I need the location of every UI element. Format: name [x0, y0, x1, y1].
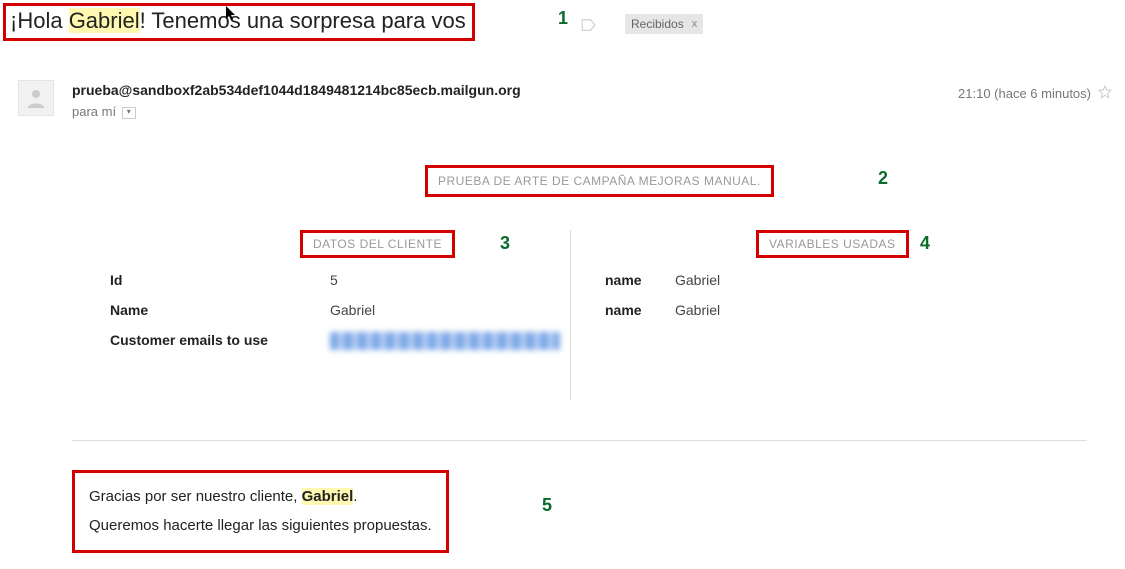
- table-row: name Gabriel: [605, 272, 720, 288]
- table-row: Customer emails to use: [110, 332, 560, 353]
- blurred-email: [330, 332, 560, 350]
- table-row: Id 5: [110, 272, 560, 288]
- table-row: name Gabriel: [605, 302, 720, 318]
- horizontal-divider: [72, 440, 1087, 441]
- section-variables-wrapper: VARIABLES USADAS: [756, 230, 909, 258]
- client-val-name: Gabriel: [330, 302, 375, 318]
- table-row: Name Gabriel: [110, 302, 560, 318]
- section-client-data-wrapper: DATOS DEL CLIENTE: [300, 230, 455, 258]
- star-icon[interactable]: [1097, 84, 1113, 103]
- client-key-emails: Customer emails to use: [110, 332, 330, 353]
- var-val-1: Gabriel: [675, 302, 720, 318]
- annotation-3: 3: [500, 233, 510, 254]
- vertical-divider: [570, 230, 571, 400]
- body-name-highlight: Gabriel: [302, 488, 354, 505]
- section-client-data: DATOS DEL CLIENTE: [300, 230, 455, 258]
- sender-email[interactable]: prueba@sandboxf2ab534def1044d1849481214b…: [72, 82, 521, 98]
- subject-suffix: ! Tenemos una sorpresa para vos: [140, 8, 466, 33]
- label-chip[interactable]: Recibidos x: [625, 14, 703, 34]
- label-text: Recibidos: [631, 17, 684, 31]
- var-key-0: name: [605, 272, 675, 288]
- campaign-title: PRUEBA DE ARTE DE CAMPAÑA MEJORAS MANUAL…: [425, 165, 774, 197]
- to-line: para mí ▾: [72, 104, 521, 119]
- client-val-id: 5: [330, 272, 338, 288]
- sender-block: prueba@sandboxf2ab534def1044d1849481214b…: [72, 82, 521, 119]
- variables-table: name Gabriel name Gabriel: [605, 272, 720, 332]
- body-suffix: .: [353, 488, 357, 505]
- var-val-0: Gabriel: [675, 272, 720, 288]
- avatar: [18, 80, 54, 116]
- label-close-icon[interactable]: x: [692, 18, 698, 30]
- email-subject: ¡Hola Gabriel! Tenemos una sorpresa para…: [3, 3, 475, 41]
- client-data-table: Id 5 Name Gabriel Customer emails to use: [110, 272, 560, 367]
- email-body: Gracias por ser nuestro cliente, Gabriel…: [72, 470, 449, 553]
- body-line-1: Gracias por ser nuestro cliente, Gabriel…: [89, 483, 432, 512]
- client-val-emails: [330, 332, 560, 353]
- time-block: 21:10 (hace 6 minutos): [958, 84, 1113, 103]
- time-text: 21:10 (hace 6 minutos): [958, 86, 1091, 101]
- subject-highlight: Gabriel: [69, 8, 140, 33]
- annotation-1: 1: [558, 8, 568, 29]
- client-key-name: Name: [110, 302, 330, 318]
- annotation-4: 4: [920, 233, 930, 254]
- body-prefix: Gracias por ser nuestro cliente,: [89, 488, 302, 505]
- body-line-2: Queremos hacerte llegar las siguientes p…: [89, 512, 432, 541]
- annotation-5: 5: [542, 495, 552, 516]
- annotation-2: 2: [878, 168, 888, 189]
- to-text: para mí: [72, 104, 116, 119]
- tag-icon[interactable]: [580, 16, 598, 37]
- section-variables: VARIABLES USADAS: [756, 230, 909, 258]
- var-key-1: name: [605, 302, 675, 318]
- details-toggle[interactable]: ▾: [122, 107, 136, 119]
- client-key-id: Id: [110, 272, 330, 288]
- subject-prefix: ¡Hola: [10, 8, 69, 33]
